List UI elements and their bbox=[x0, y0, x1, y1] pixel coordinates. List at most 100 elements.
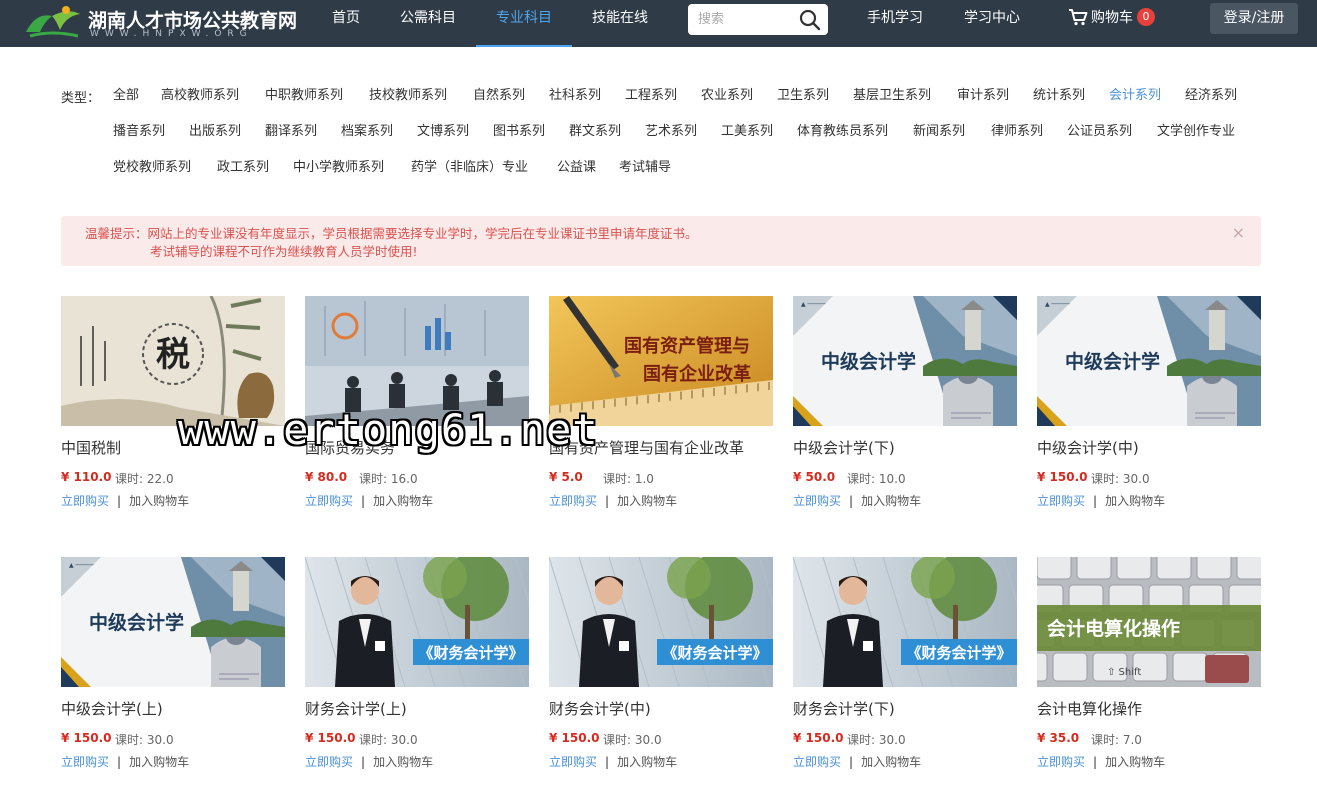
category-item[interactable]: 党校教师系列 bbox=[113, 159, 191, 177]
buy-now-link[interactable]: 立即购买 bbox=[549, 755, 597, 769]
add-to-cart-link[interactable]: 加入购物车 bbox=[129, 494, 189, 508]
course-title[interactable]: 中级会计学(下) bbox=[793, 437, 1033, 458]
course-thumbnail[interactable]: ▲ ───── 中级会计学 bbox=[61, 557, 285, 687]
buy-now-link[interactable]: 立即购买 bbox=[793, 755, 841, 769]
category-item[interactable]: 播音系列 bbox=[113, 123, 165, 141]
add-to-cart-link[interactable]: 加入购物车 bbox=[373, 494, 433, 508]
svg-text:⇧ Shift: ⇧ Shift bbox=[1107, 667, 1141, 678]
course-actions: 立即购买 | 加入购物车 bbox=[1037, 753, 1165, 770]
category-item[interactable]: 自然系列 bbox=[473, 87, 525, 105]
search-input[interactable] bbox=[688, 4, 792, 35]
nav-home[interactable]: 首页 bbox=[330, 0, 362, 47]
category-item[interactable]: 卫生系列 bbox=[777, 87, 829, 105]
course-title[interactable]: 中级会计学(中) bbox=[1037, 437, 1277, 458]
category-item[interactable]: 艺术系列 bbox=[645, 123, 697, 141]
buy-now-link[interactable]: 立即购买 bbox=[549, 494, 597, 508]
course-thumbnail[interactable]: 《财务会计学》 bbox=[793, 557, 1017, 687]
category-item[interactable]: 律师系列 bbox=[991, 123, 1043, 141]
category-item[interactable]: 公证员系列 bbox=[1067, 123, 1132, 141]
category-item[interactable]: 公益课 bbox=[557, 159, 596, 177]
course-actions: 立即购买 | 加入购物车 bbox=[61, 492, 189, 509]
category-item[interactable]: 文学创作专业 bbox=[1157, 123, 1235, 141]
buy-now-link[interactable]: 立即购买 bbox=[793, 494, 841, 508]
login-register-button[interactable]: 登录/注册 bbox=[1210, 3, 1298, 34]
category-item[interactable]: 体育教练员系列 bbox=[797, 123, 888, 141]
category-item[interactable]: 档案系列 bbox=[341, 123, 393, 141]
course-thumbnail[interactable]: 会计电算化操作 ⇧ Shift bbox=[1037, 557, 1261, 687]
course-hours: 课时: 30.0 bbox=[115, 733, 174, 747]
category-item[interactable]: 出版系列 bbox=[189, 123, 241, 141]
buy-now-link[interactable]: 立即购买 bbox=[61, 755, 109, 769]
add-to-cart-link[interactable]: 加入购物车 bbox=[617, 755, 677, 769]
nav-professional-courses[interactable]: 专业科目 bbox=[476, 0, 572, 47]
category-item[interactable]: 高校教师系列 bbox=[161, 87, 239, 105]
add-to-cart-link[interactable]: 加入购物车 bbox=[617, 494, 677, 508]
add-to-cart-link[interactable]: 加入购物车 bbox=[129, 755, 189, 769]
category-item[interactable]: 图书系列 bbox=[493, 123, 545, 141]
action-separator: | bbox=[117, 494, 122, 508]
buy-now-link[interactable]: 立即购买 bbox=[305, 755, 353, 769]
category-item[interactable]: 工程系列 bbox=[625, 87, 677, 105]
course-thumbnail[interactable]: ▲ ───── 中级会计学 bbox=[1037, 296, 1261, 426]
category-item[interactable]: 药学（非临床）专业 bbox=[411, 159, 528, 177]
course-image: ▲ ───── 中级会计学 bbox=[793, 296, 1017, 426]
category-item[interactable]: 政工系列 bbox=[217, 159, 269, 177]
category-item[interactable]: 翻译系列 bbox=[265, 123, 317, 141]
course-title[interactable]: 财务会计学(中) bbox=[549, 698, 789, 719]
category-item[interactable]: 中小学教师系列 bbox=[293, 159, 384, 177]
course-actions: 立即购买 | 加入购物车 bbox=[549, 753, 677, 770]
site-logo[interactable]: 湖南人才市场公共教育网 WWW.HNPXW.ORG bbox=[22, 2, 297, 44]
category-item[interactable]: 技校教师系列 bbox=[369, 87, 447, 105]
category-item[interactable]: 统计系列 bbox=[1033, 87, 1085, 105]
add-to-cart-link[interactable]: 加入购物车 bbox=[861, 494, 921, 508]
category-item[interactable]: 中职教师系列 bbox=[265, 87, 343, 105]
buy-now-link[interactable]: 立即购买 bbox=[61, 494, 109, 508]
course-title[interactable]: 中级会计学(上) bbox=[61, 698, 301, 719]
category-item[interactable]: 文博系列 bbox=[417, 123, 469, 141]
search-icon[interactable] bbox=[798, 8, 822, 32]
course-card: 《财务会计学》 财务会计学(中) ¥ 150.0 课时: 30.0 立即购买 | 加… bbox=[549, 557, 773, 777]
buy-now-link[interactable]: 立即购买 bbox=[1037, 755, 1085, 769]
nav-public-courses[interactable]: 公需科目 bbox=[398, 0, 458, 47]
course-hours: 课时: 30.0 bbox=[603, 733, 662, 747]
course-price: ¥ 110.0 bbox=[61, 470, 112, 484]
add-to-cart-link[interactable]: 加入购物车 bbox=[373, 755, 433, 769]
course-image: 会计电算化操作 ⇧ Shift bbox=[1037, 557, 1261, 687]
category-item[interactable]: 会计系列 bbox=[1109, 87, 1161, 105]
nav-learning-center[interactable]: 学习中心 bbox=[962, 0, 1022, 47]
add-to-cart-link[interactable]: 加入购物车 bbox=[1105, 494, 1165, 508]
cart-count-badge: 0 bbox=[1137, 7, 1155, 26]
course-hours: 课时: 22.0 bbox=[115, 472, 174, 486]
category-item[interactable]: 群文系列 bbox=[569, 123, 621, 141]
watermark: www.ertong61.net bbox=[178, 405, 599, 454]
close-icon[interactable]: × bbox=[1232, 224, 1245, 242]
course-title[interactable]: 财务会计学(下) bbox=[793, 698, 1033, 719]
action-separator: | bbox=[117, 755, 122, 769]
category-item[interactable]: 基层卫生系列 bbox=[853, 87, 931, 105]
course-title[interactable]: 会计电算化操作 bbox=[1037, 698, 1277, 719]
course-thumbnail[interactable]: ▲ ───── 中级会计学 bbox=[793, 296, 1017, 426]
category-item[interactable]: 新闻系列 bbox=[913, 123, 965, 141]
category-item[interactable]: 考试辅导 bbox=[619, 159, 671, 177]
course-thumbnail[interactable]: 《财务会计学》 bbox=[305, 557, 529, 687]
add-to-cart-link[interactable]: 加入购物车 bbox=[861, 755, 921, 769]
course-card: ▲ ───── 中级会计学 中级会计学(下) ¥ 50.0 课时: 10.0 立… bbox=[793, 296, 1017, 516]
notice-banner: 温馨提示：网站上的专业课没有年度显示，学员根据需要选择专业学时，学完后在专业课证… bbox=[61, 216, 1261, 266]
category-item[interactable]: 工美系列 bbox=[721, 123, 773, 141]
course-price: ¥ 80.0 bbox=[305, 470, 348, 484]
buy-now-link[interactable]: 立即购买 bbox=[1037, 494, 1085, 508]
buy-now-link[interactable]: 立即购买 bbox=[305, 494, 353, 508]
cart-link[interactable]: 购物车 0 bbox=[1068, 0, 1155, 36]
course-thumbnail[interactable]: 《财务会计学》 bbox=[549, 557, 773, 687]
add-to-cart-link[interactable]: 加入购物车 bbox=[1105, 755, 1165, 769]
category-item[interactable]: 经济系列 bbox=[1185, 87, 1237, 105]
course-title[interactable]: 财务会计学(上) bbox=[305, 698, 545, 719]
category-item[interactable]: 全部 bbox=[113, 87, 139, 105]
category-item[interactable]: 农业系列 bbox=[701, 87, 753, 105]
nav-skills-online[interactable]: 技能在线 bbox=[590, 0, 650, 47]
category-item[interactable]: 社科系列 bbox=[549, 87, 601, 105]
category-item[interactable]: 审计系列 bbox=[957, 87, 1009, 105]
nav-mobile-learning[interactable]: 手机学习 bbox=[866, 0, 924, 47]
svg-text:《财务会计学》: 《财务会计学》 bbox=[906, 644, 1011, 662]
svg-text:▲ ─────: ▲ ───── bbox=[69, 562, 94, 569]
